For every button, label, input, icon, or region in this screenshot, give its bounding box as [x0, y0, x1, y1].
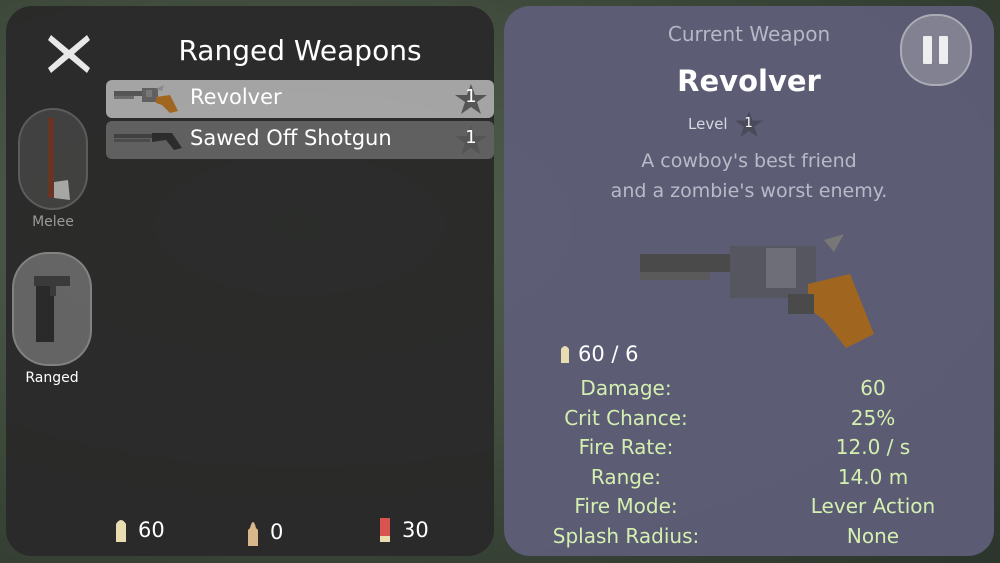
level-indicator: Level 1 — [688, 110, 764, 138]
ammo-count: 30 — [402, 518, 429, 542]
stat-label: Splash Radius: — [552, 523, 700, 548]
panel-title: Ranged Weapons — [178, 34, 422, 67]
stat-label: Range: — [590, 464, 662, 489]
stat-label: Damage: — [580, 376, 672, 400]
stat-row-fire-rate: Fire Rate: 12.0 / s — [504, 435, 994, 465]
tab-label: Melee — [32, 214, 74, 230]
magazine-count: 60 / 6 — [578, 342, 639, 366]
stat-row-fire-mode: Fire Mode: Lever Action — [504, 494, 994, 524]
ammo-shotgun: 30 — [378, 516, 429, 544]
star-icon: 1 — [734, 110, 764, 138]
stat-value: None — [846, 523, 900, 548]
weapon-name: Sawed Off Shotgun — [190, 126, 392, 150]
ammo-count: 60 — [138, 518, 165, 542]
stat-value: Lever Action — [810, 494, 936, 518]
tab-melee-button[interactable] — [18, 108, 88, 210]
level-label: Level — [688, 115, 728, 133]
revolver-icon — [114, 85, 178, 113]
weapon-row-sawed-off-shotgun[interactable]: Sawed Off Shotgun 1 — [106, 121, 494, 159]
weapon-title: Revolver — [677, 64, 821, 98]
weapon-list: Revolver 1 Sawed Off Shotgun 1 — [106, 80, 494, 162]
description-line: and a zombie's worst enemy. — [610, 180, 888, 202]
pistol-bullet-icon — [561, 346, 569, 363]
stat-row-splash-radius: Splash Radius: None — [504, 524, 994, 554]
pistol-bullet-icon — [116, 520, 126, 542]
pistol-icon — [34, 276, 70, 342]
tab-melee[interactable]: Melee — [18, 108, 88, 230]
stat-value: 14.0 m — [837, 464, 909, 489]
weapon-row-revolver[interactable]: Revolver 1 — [106, 80, 494, 118]
stat-value: 25% — [850, 405, 896, 430]
tab-ranged-button[interactable] — [12, 252, 92, 366]
ammo-pistol: 60 — [114, 516, 165, 544]
stat-row-range: Range: 14.0 m — [504, 465, 994, 495]
stat-label: Crit Chance: — [564, 405, 688, 430]
ammo-count: 0 — [270, 520, 284, 544]
weapon-inventory-panel: Ranged Weapons Revolver 1 Sawed Off Shot… — [6, 6, 494, 556]
tab-ranged[interactable]: Ranged — [12, 252, 92, 386]
stat-row-crit-chance: Crit Chance: 25% — [504, 406, 994, 436]
stat-row-damage: Damage: 60 — [504, 376, 994, 406]
level-value: 1 — [744, 116, 753, 131]
magazine-readout: 60 / 6 — [560, 342, 639, 366]
stat-label: Fire Rate: — [578, 435, 674, 459]
shotgun-shell-icon — [380, 518, 390, 542]
revolver-preview-image — [640, 234, 874, 348]
shotgun-icon — [114, 133, 182, 150]
weapon-level: 1 — [465, 86, 477, 107]
description-line: A cowboy's best friend — [641, 150, 857, 172]
close-icon[interactable] — [46, 32, 92, 76]
weapon-name: Revolver — [190, 85, 282, 109]
weapon-detail-panel: Current Weapon Revolver Level 1 A cowboy… — [504, 6, 994, 556]
axe-icon — [48, 118, 70, 200]
stat-value: 12.0 / s — [835, 435, 911, 459]
rifle-bullet-icon — [248, 522, 258, 546]
weapon-description: A cowboy's best friend and a zombie's wo… — [504, 146, 994, 206]
tab-label: Ranged — [25, 370, 79, 386]
stat-value: 60 — [860, 376, 886, 400]
ammo-rifle: 0 — [246, 516, 283, 548]
weapon-level: 1 — [465, 127, 477, 148]
stat-label: Fire Mode: — [574, 494, 678, 518]
weapon-stats: Damage: 60 Crit Chance: 25% Fire Rate: 1… — [504, 376, 994, 553]
